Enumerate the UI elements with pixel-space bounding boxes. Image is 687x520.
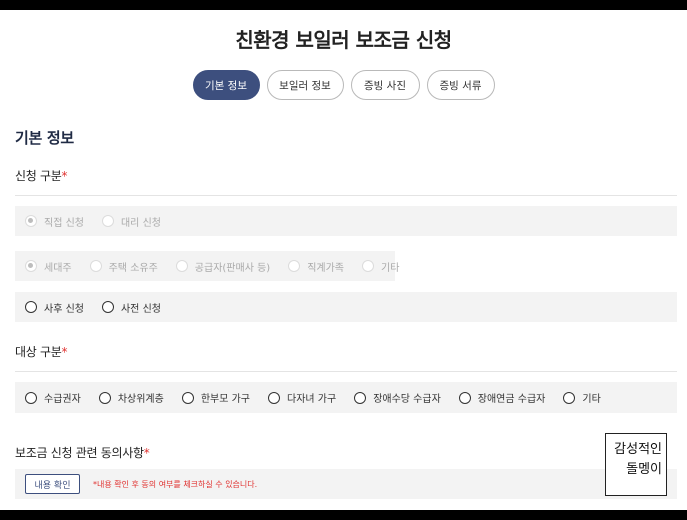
target-type-label: 대상 구분* <box>15 343 67 360</box>
required-mark: * <box>61 345 68 359</box>
option-label: 장애수당 수급자 <box>373 394 441 405</box>
radio-proxy-apply[interactable]: 대리 신청 <box>101 214 161 229</box>
option-label: 장애연금 수급자 <box>477 394 546 405</box>
radio-icon <box>101 215 114 227</box>
radio-householder[interactable]: 세대주 <box>25 259 72 274</box>
radio-near-poverty[interactable]: 차상위계층 <box>98 390 164 405</box>
radio-icon <box>98 391 111 404</box>
tab-basic-info[interactable]: 기본 정보 <box>192 70 260 100</box>
section-title-basic: 기본 정보 <box>15 129 74 147</box>
form-page: 친환경 보일러 보조금 신청 기본 정보 보일러 정보 증빙 사진 증빙 서류 … <box>0 10 687 510</box>
consent-group: 내용 확인 *내용 확인 후 동의 여부를 체크하실 수 있습니다. <box>15 469 677 499</box>
radio-direct-apply[interactable]: 직접 신청 <box>25 214 84 229</box>
radio-single-parent[interactable]: 한부모 가구 <box>181 390 250 405</box>
radio-post-apply[interactable]: 사후 신청 <box>25 300 84 315</box>
apply-timing-group: 사후 신청 사전 신청 <box>15 292 677 322</box>
option-label: 사후 신청 <box>44 303 84 315</box>
radio-icon <box>25 260 37 272</box>
radio-house-owner[interactable]: 주택 소유주 <box>89 259 158 274</box>
consent-label: 보조금 신청 관련 동의사항* <box>15 444 150 461</box>
divider <box>15 195 677 196</box>
option-label: 세대주 <box>44 262 72 274</box>
option-label: 기타 <box>582 394 601 405</box>
option-label: 수급권자 <box>44 394 81 405</box>
radio-icon <box>458 391 471 404</box>
divider <box>15 371 677 372</box>
consent-notice: *내용 확인 후 동의 여부를 체크하실 수 있습니다. <box>93 479 258 489</box>
radio-supplier[interactable]: 공급자(판매사 등) <box>175 259 271 274</box>
consent-label-text: 보조금 신청 관련 동의사항 <box>15 446 144 460</box>
option-label: 차상위계층 <box>117 394 164 405</box>
option-label: 직접 신청 <box>44 217 84 229</box>
option-label: 직계가족 <box>307 262 344 274</box>
confirm-content-button[interactable]: 내용 확인 <box>25 474 80 494</box>
radio-icon <box>25 391 37 404</box>
apply-type-label: 신청 구분* <box>15 167 67 184</box>
radio-icon <box>175 260 188 272</box>
radio-icon <box>268 391 280 404</box>
tab-proof-docs[interactable]: 증빙 서류 <box>426 70 495 100</box>
radio-icon <box>181 391 194 404</box>
required-mark: * <box>143 446 150 460</box>
option-label: 다자녀 가구 <box>287 394 337 405</box>
radio-icon <box>563 391 576 404</box>
option-label: 사전 신청 <box>120 303 161 315</box>
option-label: 주택 소유주 <box>108 262 158 274</box>
page-title: 친환경 보일러 보조금 신청 <box>235 28 452 52</box>
applicant-relation-group: 세대주 주택 소유주 공급자(판매사 등) 직계가족 기타 <box>15 251 399 281</box>
radio-icon <box>362 260 374 272</box>
watermark-line: 돌멩이 <box>626 462 662 477</box>
tab-boiler-info[interactable]: 보일러 정보 <box>266 70 344 100</box>
radio-recipient[interactable]: 수급권자 <box>25 390 81 405</box>
radio-lineal-family[interactable]: 직계가족 <box>288 259 344 274</box>
option-label: 한부모 가구 <box>200 394 250 405</box>
radio-icon <box>89 260 102 272</box>
radio-pre-apply[interactable]: 사전 신청 <box>101 300 161 315</box>
target-type-label-text: 대상 구분 <box>15 345 62 359</box>
tab-proof-photo[interactable]: 증빙 사진 <box>350 70 420 100</box>
watermark-line: 감성적인 <box>614 442 662 457</box>
radio-other-relation[interactable]: 기타 <box>362 259 399 274</box>
radio-icon <box>288 260 301 272</box>
required-mark: * <box>61 169 68 183</box>
target-type-group: 수급권자 차상위계층 한부모 가구 다자녀 가구 장애수당 수급자 장애연금 수… <box>15 382 677 413</box>
radio-icon <box>25 301 37 313</box>
option-label: 공급자(판매사 등) <box>194 262 271 274</box>
option-label: 기타 <box>381 262 400 274</box>
apply-method-group: 직접 신청 대리 신청 <box>15 206 677 236</box>
apply-type-label-text: 신청 구분 <box>15 169 62 183</box>
option-label: 대리 신청 <box>120 217 161 229</box>
radio-icon <box>101 301 114 313</box>
radio-icon <box>25 215 37 227</box>
step-tabs: 기본 정보 보일러 정보 증빙 사진 증빙 서류 <box>0 70 687 100</box>
radio-other-target[interactable]: 기타 <box>563 390 601 405</box>
watermark-stamp: 감성적인 돌멩이 <box>605 433 667 496</box>
radio-icon <box>354 391 367 404</box>
radio-disability-pension[interactable]: 장애연금 수급자 <box>458 390 546 405</box>
radio-multi-child[interactable]: 다자녀 가구 <box>268 390 336 405</box>
radio-disability-allowance[interactable]: 장애수당 수급자 <box>354 390 441 405</box>
